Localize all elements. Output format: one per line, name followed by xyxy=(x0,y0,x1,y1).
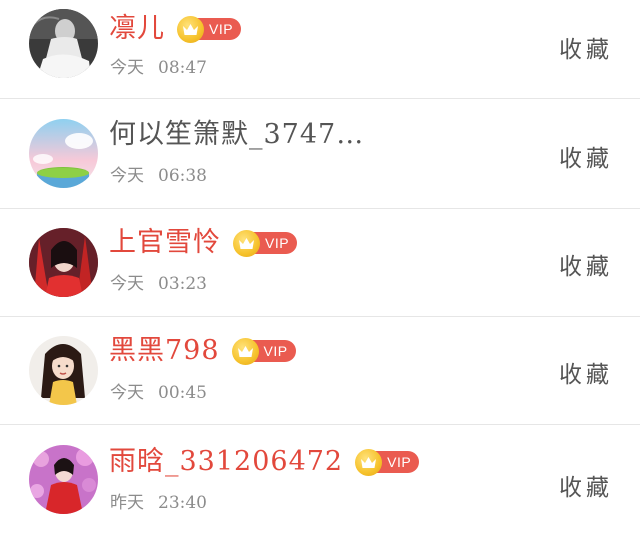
last-seen-day: 今天 xyxy=(110,383,144,403)
last-seen-clock: 00:45 xyxy=(158,383,207,403)
last-seen-time: 今天 03:23 xyxy=(110,269,207,294)
list-item[interactable]: 凛儿 VIP 今天 08:47 收藏 xyxy=(0,0,640,99)
last-seen-day: 今天 xyxy=(110,274,144,294)
last-seen-day: 昨天 xyxy=(110,493,144,513)
list-item[interactable]: 雨晗_331206472 VIP 昨天 23:40 收藏 xyxy=(0,425,640,537)
vip-badge: VIP xyxy=(177,15,242,43)
vip-badge: VIP xyxy=(355,448,420,476)
last-seen-time: 今天 08:47 xyxy=(110,53,207,78)
user-name[interactable]: 何以笙箫默_3747… xyxy=(109,119,364,151)
user-name[interactable]: 凛儿 xyxy=(109,13,165,45)
pink-blossom-girl-avatar-icon xyxy=(29,445,98,514)
user-name-line: 黑黑798 VIP xyxy=(109,335,296,367)
user-name-line: 上官雪怜 VIP xyxy=(109,227,298,259)
vip-badge: VIP xyxy=(233,229,298,257)
list-item[interactable]: 何以笙箫默_3747… 今天 06:38 收藏 xyxy=(0,99,640,209)
avatar[interactable] xyxy=(29,9,98,78)
user-name-line: 凛儿 VIP xyxy=(109,13,242,45)
favorite-button[interactable]: 收藏 xyxy=(559,355,613,389)
avatar[interactable] xyxy=(29,119,98,188)
last-seen-time: 今天 00:45 xyxy=(110,378,207,403)
avatar[interactable] xyxy=(29,445,98,514)
user-name-line: 何以笙箫默_3747… xyxy=(109,119,364,151)
user-name[interactable]: 黑黑798 xyxy=(109,335,220,367)
last-seen-clock: 23:40 xyxy=(158,493,207,513)
list-item[interactable]: 黑黑798 VIP 今天 00:45 收藏 xyxy=(0,317,640,425)
user-name-line: 雨晗_331206472 VIP xyxy=(109,446,420,478)
last-seen-time: 今天 06:38 xyxy=(110,161,207,186)
crown-icon xyxy=(355,448,383,476)
favorite-button[interactable]: 收藏 xyxy=(559,247,613,281)
last-seen-time: 昨天 23:40 xyxy=(110,488,207,513)
last-seen-clock: 08:47 xyxy=(158,58,207,78)
red-costume-girl-avatar-icon xyxy=(29,228,98,297)
crown-icon xyxy=(233,229,260,257)
favorite-button[interactable]: 收藏 xyxy=(559,139,613,173)
vip-badge: VIP xyxy=(231,337,296,365)
favorites-user-list: 凛儿 VIP 今天 08:47 收藏 何以笙箫默_3747… 今天 06:38 … xyxy=(0,0,640,537)
favorite-button[interactable]: 收藏 xyxy=(559,30,613,64)
crown-icon xyxy=(231,337,259,365)
favorite-button[interactable]: 收藏 xyxy=(559,468,613,502)
last-seen-day: 今天 xyxy=(110,58,144,78)
last-seen-day: 今天 xyxy=(110,166,144,186)
avatar[interactable] xyxy=(29,336,98,405)
sky-island-avatar-icon xyxy=(29,119,98,188)
list-item[interactable]: 上官雪怜 VIP 今天 03:23 收藏 xyxy=(0,209,640,317)
crown-icon xyxy=(177,15,204,43)
bride-white-dress-avatar-icon xyxy=(29,9,98,78)
last-seen-clock: 03:23 xyxy=(158,274,207,294)
user-name[interactable]: 雨晗_331206472 xyxy=(109,446,343,478)
cartoon-princess-avatar-icon xyxy=(29,336,98,405)
last-seen-clock: 06:38 xyxy=(158,166,207,186)
user-name[interactable]: 上官雪怜 xyxy=(109,227,221,259)
avatar[interactable] xyxy=(29,228,98,297)
